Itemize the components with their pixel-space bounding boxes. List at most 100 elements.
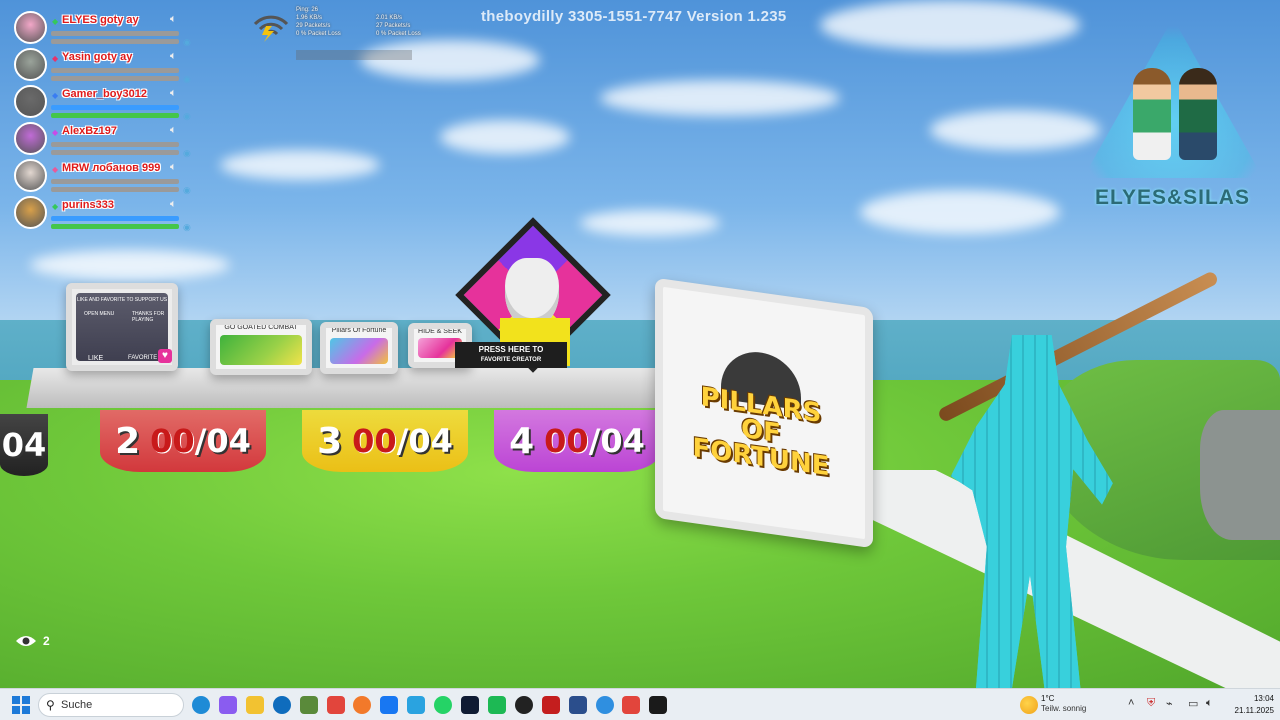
avatar [14, 48, 47, 81]
press-here-button[interactable]: PRESS HERE TO FAVORITE CREATOR [455, 342, 567, 368]
outlook-icon[interactable] [272, 696, 291, 714]
player-name: AlexBz197 [62, 125, 118, 137]
minecraft-icon[interactable] [299, 696, 318, 714]
network-graph [296, 50, 412, 60]
party-member: ◆ purins333 🔈︎ ◉ [14, 196, 224, 233]
app-red-icon[interactable] [541, 696, 560, 714]
ping-text: Ping: 26 [296, 7, 319, 13]
platform-2[interactable]: 2 00 /04 [100, 410, 266, 472]
triangle-icon [1083, 18, 1263, 178]
board-title: HIDE & SEEK [418, 328, 462, 335]
shield-bar [51, 31, 179, 36]
status-dot-icon: ◆ [52, 128, 59, 137]
voice-icon: ◉ [183, 74, 191, 84]
board-pillars-of-fortune: Pillars Of Fortune [320, 322, 398, 374]
creator-watermark: theboydilly 3305-1551-7747 Version 1.235 [481, 8, 787, 25]
vpn-icon[interactable]: ⌁ [1166, 697, 1173, 710]
party-member: ◆ Yasin goty ay 🔈︎ ◉ [14, 48, 224, 85]
display-icon[interactable]: ▭ [1188, 697, 1198, 710]
status-dot-icon: ◆ [52, 17, 59, 26]
lobby-floor [26, 368, 664, 408]
search-placeholder: Suche [61, 699, 93, 711]
cloud [30, 250, 230, 280]
thanks-label: THANKS FOR PLAYING [132, 311, 165, 323]
platform-4[interactable]: 4 00 /04 [494, 410, 660, 472]
platform-player-count: 00 [150, 422, 195, 460]
system-clock[interactable]: 13:04 21.11.2025 [1222, 693, 1274, 717]
spectator-number: 2 [43, 634, 50, 648]
party-member: ◆ ELYES goty ay 🔈︎ ◉ [14, 11, 224, 48]
photoshop-icon[interactable] [461, 696, 479, 714]
platform-number: 4 [509, 420, 535, 462]
heart-icon: ♥ [158, 349, 172, 363]
firefox-icon[interactable] [353, 696, 372, 714]
board-title: Pillars Of Fortune [331, 327, 387, 334]
health-bar [51, 187, 179, 192]
speaker-icon: 🔈︎ [170, 198, 177, 210]
chrome-2-icon[interactable] [622, 696, 641, 714]
platform-player-count: 00 [352, 422, 397, 460]
speaker-icon: 🔈︎ [170, 13, 177, 25]
game-viewport[interactable]: LIKE AND FAVORITE TO SUPPORT US OPEN MEN… [0, 0, 1280, 688]
player-name: purins333 [62, 199, 114, 211]
status-dot-icon: ◆ [52, 202, 59, 211]
security-icon[interactable]: ⛨ [1147, 697, 1155, 710]
edge-icon[interactable] [192, 696, 210, 714]
app-dark-icon[interactable] [514, 696, 533, 714]
voice-icon: ◉ [183, 185, 191, 195]
player-name: ELYES goty ay [62, 14, 139, 26]
weather-temp: 1°C [1041, 694, 1055, 703]
map-logo-text: ELYES&SILAS [1095, 186, 1250, 209]
support-board-title: LIKE AND FAVORITE TO SUPPORT US [76, 297, 168, 303]
board-title: GO GOATED COMBAT [224, 324, 298, 331]
clock-time: 13:04 [1253, 694, 1274, 703]
pillars-of-fortune-board[interactable]: PILLARS OF FORTUNE [655, 277, 873, 549]
app-blue-dark-icon[interactable] [568, 696, 587, 714]
status-dot-icon: ◆ [52, 165, 59, 174]
platform-number: 3 [317, 420, 343, 462]
voice-icon: ◉ [183, 37, 191, 47]
platform-count: 04 [1, 426, 47, 464]
like-label: LIKE [88, 355, 104, 362]
spotify-icon[interactable] [487, 696, 506, 714]
avatar [14, 196, 47, 229]
cloud [360, 40, 540, 80]
chevron-up-icon[interactable]: ˄ [1128, 697, 1134, 709]
chrome-icon[interactable] [326, 696, 345, 714]
weather-widget[interactable]: 1°C Teilw. sonnig [1020, 694, 1120, 718]
spectator-count: 2 [15, 634, 50, 648]
windows-start-icon[interactable] [12, 696, 30, 714]
player-name: Gamer_boy3012 [62, 88, 147, 100]
chatgpt-icon[interactable] [649, 696, 668, 714]
health-bar [51, 150, 179, 155]
shield-bar [51, 68, 179, 73]
copilot-icon[interactable] [218, 696, 237, 714]
search-icon: ⚲ [46, 698, 55, 712]
facebook-icon[interactable] [380, 696, 399, 714]
taskbar-search[interactable]: ⚲ Suche [38, 693, 184, 717]
speaker-icon[interactable]: 🔈︎ [1206, 697, 1213, 710]
shield-bar [51, 216, 179, 221]
cloud [580, 210, 720, 236]
up-loss: 0 % Packet Loss [376, 31, 421, 37]
platform-max: /04 [194, 422, 251, 460]
shield-bar [51, 142, 179, 147]
whatsapp-icon[interactable] [434, 696, 453, 714]
press-line2: FAVORITE CREATOR [480, 357, 542, 363]
platform-1[interactable]: 04 [0, 414, 48, 476]
platform-3[interactable]: 3 00 /04 [302, 410, 468, 472]
fortnite-icon[interactable] [595, 696, 614, 714]
status-dot-icon: ◆ [52, 54, 59, 63]
cloud [440, 120, 570, 154]
board-go-goated-combat: GO GOATED COMBAT [210, 319, 312, 375]
map-logo: ELYES&SILAS [1075, 18, 1270, 218]
telegram-icon[interactable] [407, 696, 426, 714]
file-explorer-icon[interactable] [245, 696, 264, 714]
shield-bar [51, 179, 179, 184]
wifi-icon [253, 15, 289, 42]
speaker-icon: 🔈︎ [170, 50, 177, 62]
health-bar [51, 224, 179, 229]
press-line1: PRESS HERE TO [478, 345, 544, 354]
speaker-icon: 🔈︎ [170, 161, 177, 173]
weather-condition: Teilw. sonnig [1041, 704, 1087, 713]
